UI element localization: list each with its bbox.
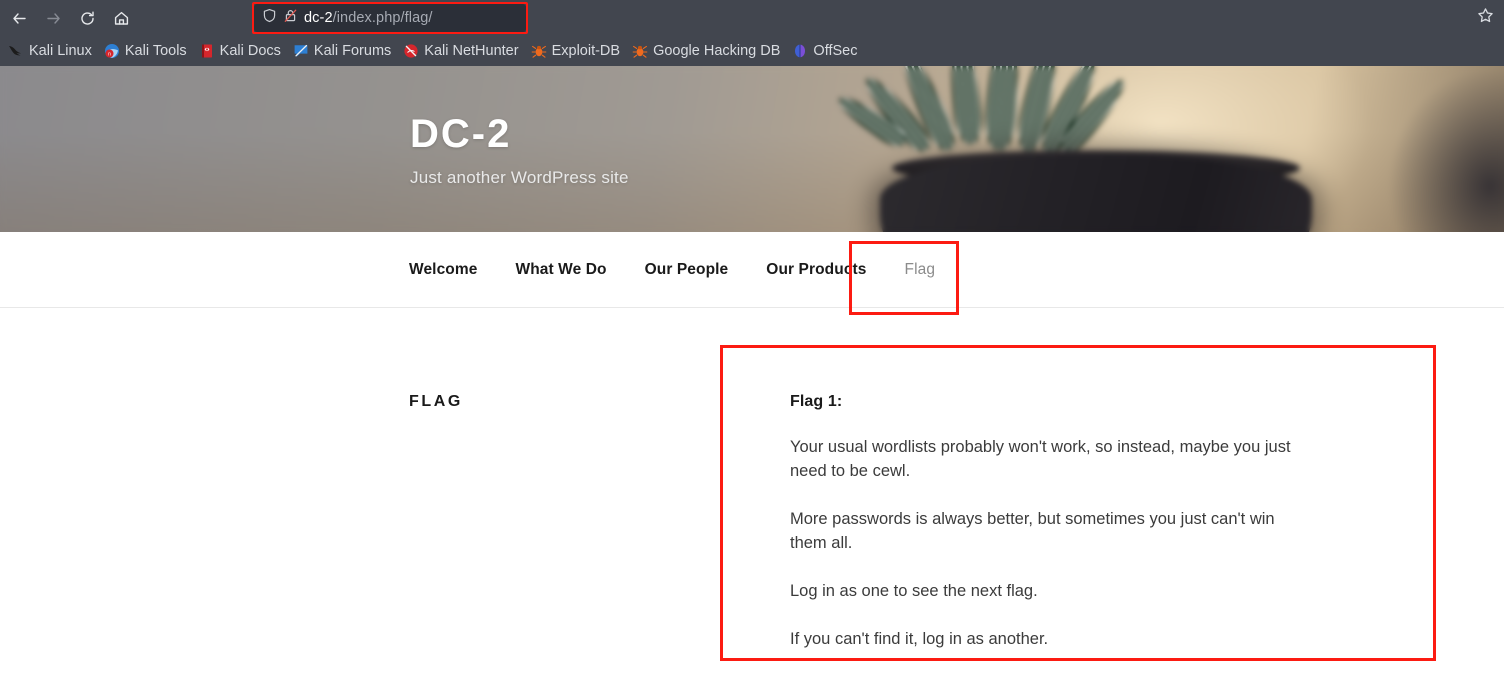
arrow-right-icon (45, 10, 62, 27)
kali-nethunter-icon (403, 43, 419, 59)
svg-text:n: n (108, 51, 111, 57)
browser-nav-buttons (0, 3, 138, 33)
hero-background-photo (0, 66, 1504, 232)
arrow-left-icon (11, 10, 28, 27)
url-bar[interactable]: dc-2/index.php/flag/ (254, 4, 526, 32)
site-tagline: Just another WordPress site (410, 168, 629, 187)
bookmarks-bar: Kali Linux n Kali Tools Kali Docs Kali F… (0, 36, 1504, 66)
bookmark-exploit-db[interactable]: Exploit-DB (527, 40, 629, 62)
shield-icon[interactable] (262, 8, 277, 28)
bookmark-kali-linux[interactable]: Kali Linux (4, 40, 100, 62)
site-title: DC-2 (410, 112, 512, 156)
flag-heading: Flag 1: (790, 393, 843, 410)
bookmark-kali-tools[interactable]: n Kali Tools (100, 40, 195, 62)
forward-button[interactable] (36, 3, 70, 33)
site-hero-banner: DC-2 Just another WordPress site (0, 66, 1504, 232)
bookmark-offsec[interactable]: OffSec (788, 40, 865, 62)
kali-dragon-icon (8, 43, 24, 59)
reload-icon (79, 10, 96, 27)
bookmark-label: OffSec (813, 43, 858, 59)
nav-item-what-we-do[interactable]: What We Do (515, 261, 626, 279)
bookmark-button[interactable] (1472, 5, 1498, 31)
home-icon (113, 10, 130, 27)
flag-paragraph: Your usual wordlists probably won't work… (790, 438, 1291, 480)
url-path: /index.php/flag/ (332, 10, 433, 26)
nav-item-welcome[interactable]: Welcome (409, 261, 497, 279)
hero-text-block: DC-2 Just another WordPress site (410, 114, 629, 188)
nav-item-our-people[interactable]: Our People (645, 261, 749, 279)
flag-nav-annotation-box (849, 241, 959, 315)
plant-pot (880, 154, 1312, 232)
site-navigation: Welcome What We Do Our People Our Produc… (0, 232, 1504, 308)
browser-toolbar: dc-2/index.php/flag/ (0, 0, 1504, 36)
bookmark-kali-forums[interactable]: Kali Forums (289, 40, 399, 62)
kali-tools-icon: n (104, 43, 120, 59)
url-host: dc-2 (304, 10, 333, 26)
bookmark-label: Kali Tools (124, 43, 187, 59)
back-button[interactable] (2, 3, 36, 33)
plant-leaf (983, 66, 1023, 151)
lock-crossed-out-icon[interactable] (283, 8, 298, 28)
bookmark-label: Google Hacking DB (653, 43, 781, 59)
url-text[interactable]: dc-2/index.php/flag/ (304, 10, 433, 26)
bookmark-label: Exploit-DB (551, 43, 621, 59)
bookmark-label: Kali Linux (29, 43, 92, 59)
flag-article: Flag 1: Your usual wordlists probably wo… (790, 393, 1310, 651)
flag-paragraph: More passwords is always better, but som… (790, 510, 1275, 552)
bookmark-kali-docs[interactable]: Kali Docs (195, 40, 289, 62)
offsec-icon (792, 43, 808, 59)
google-hacking-db-bug-icon (632, 43, 648, 59)
bookmark-kali-nethunter[interactable]: Kali NetHunter (399, 40, 526, 62)
exploit-db-bug-icon (531, 43, 547, 59)
page-title: FLAG (409, 393, 463, 410)
star-outline-icon (1477, 7, 1494, 29)
bookmark-label: Kali Docs (219, 43, 281, 59)
flag-paragraph: If you can't find it, log in as another. (790, 630, 1049, 648)
bookmark-google-hacking-db[interactable]: Google Hacking DB (628, 40, 788, 62)
home-button[interactable] (104, 3, 138, 33)
reload-button[interactable] (70, 3, 104, 33)
bookmark-label: Kali NetHunter (424, 43, 519, 59)
url-bar-container[interactable]: dc-2/index.php/flag/ (252, 2, 528, 34)
bookmark-label: Kali Forums (313, 43, 392, 59)
kali-docs-book-icon (199, 43, 215, 59)
kali-forums-icon (293, 43, 309, 59)
flag-paragraph: Log in as one to see the next flag. (790, 582, 1038, 600)
